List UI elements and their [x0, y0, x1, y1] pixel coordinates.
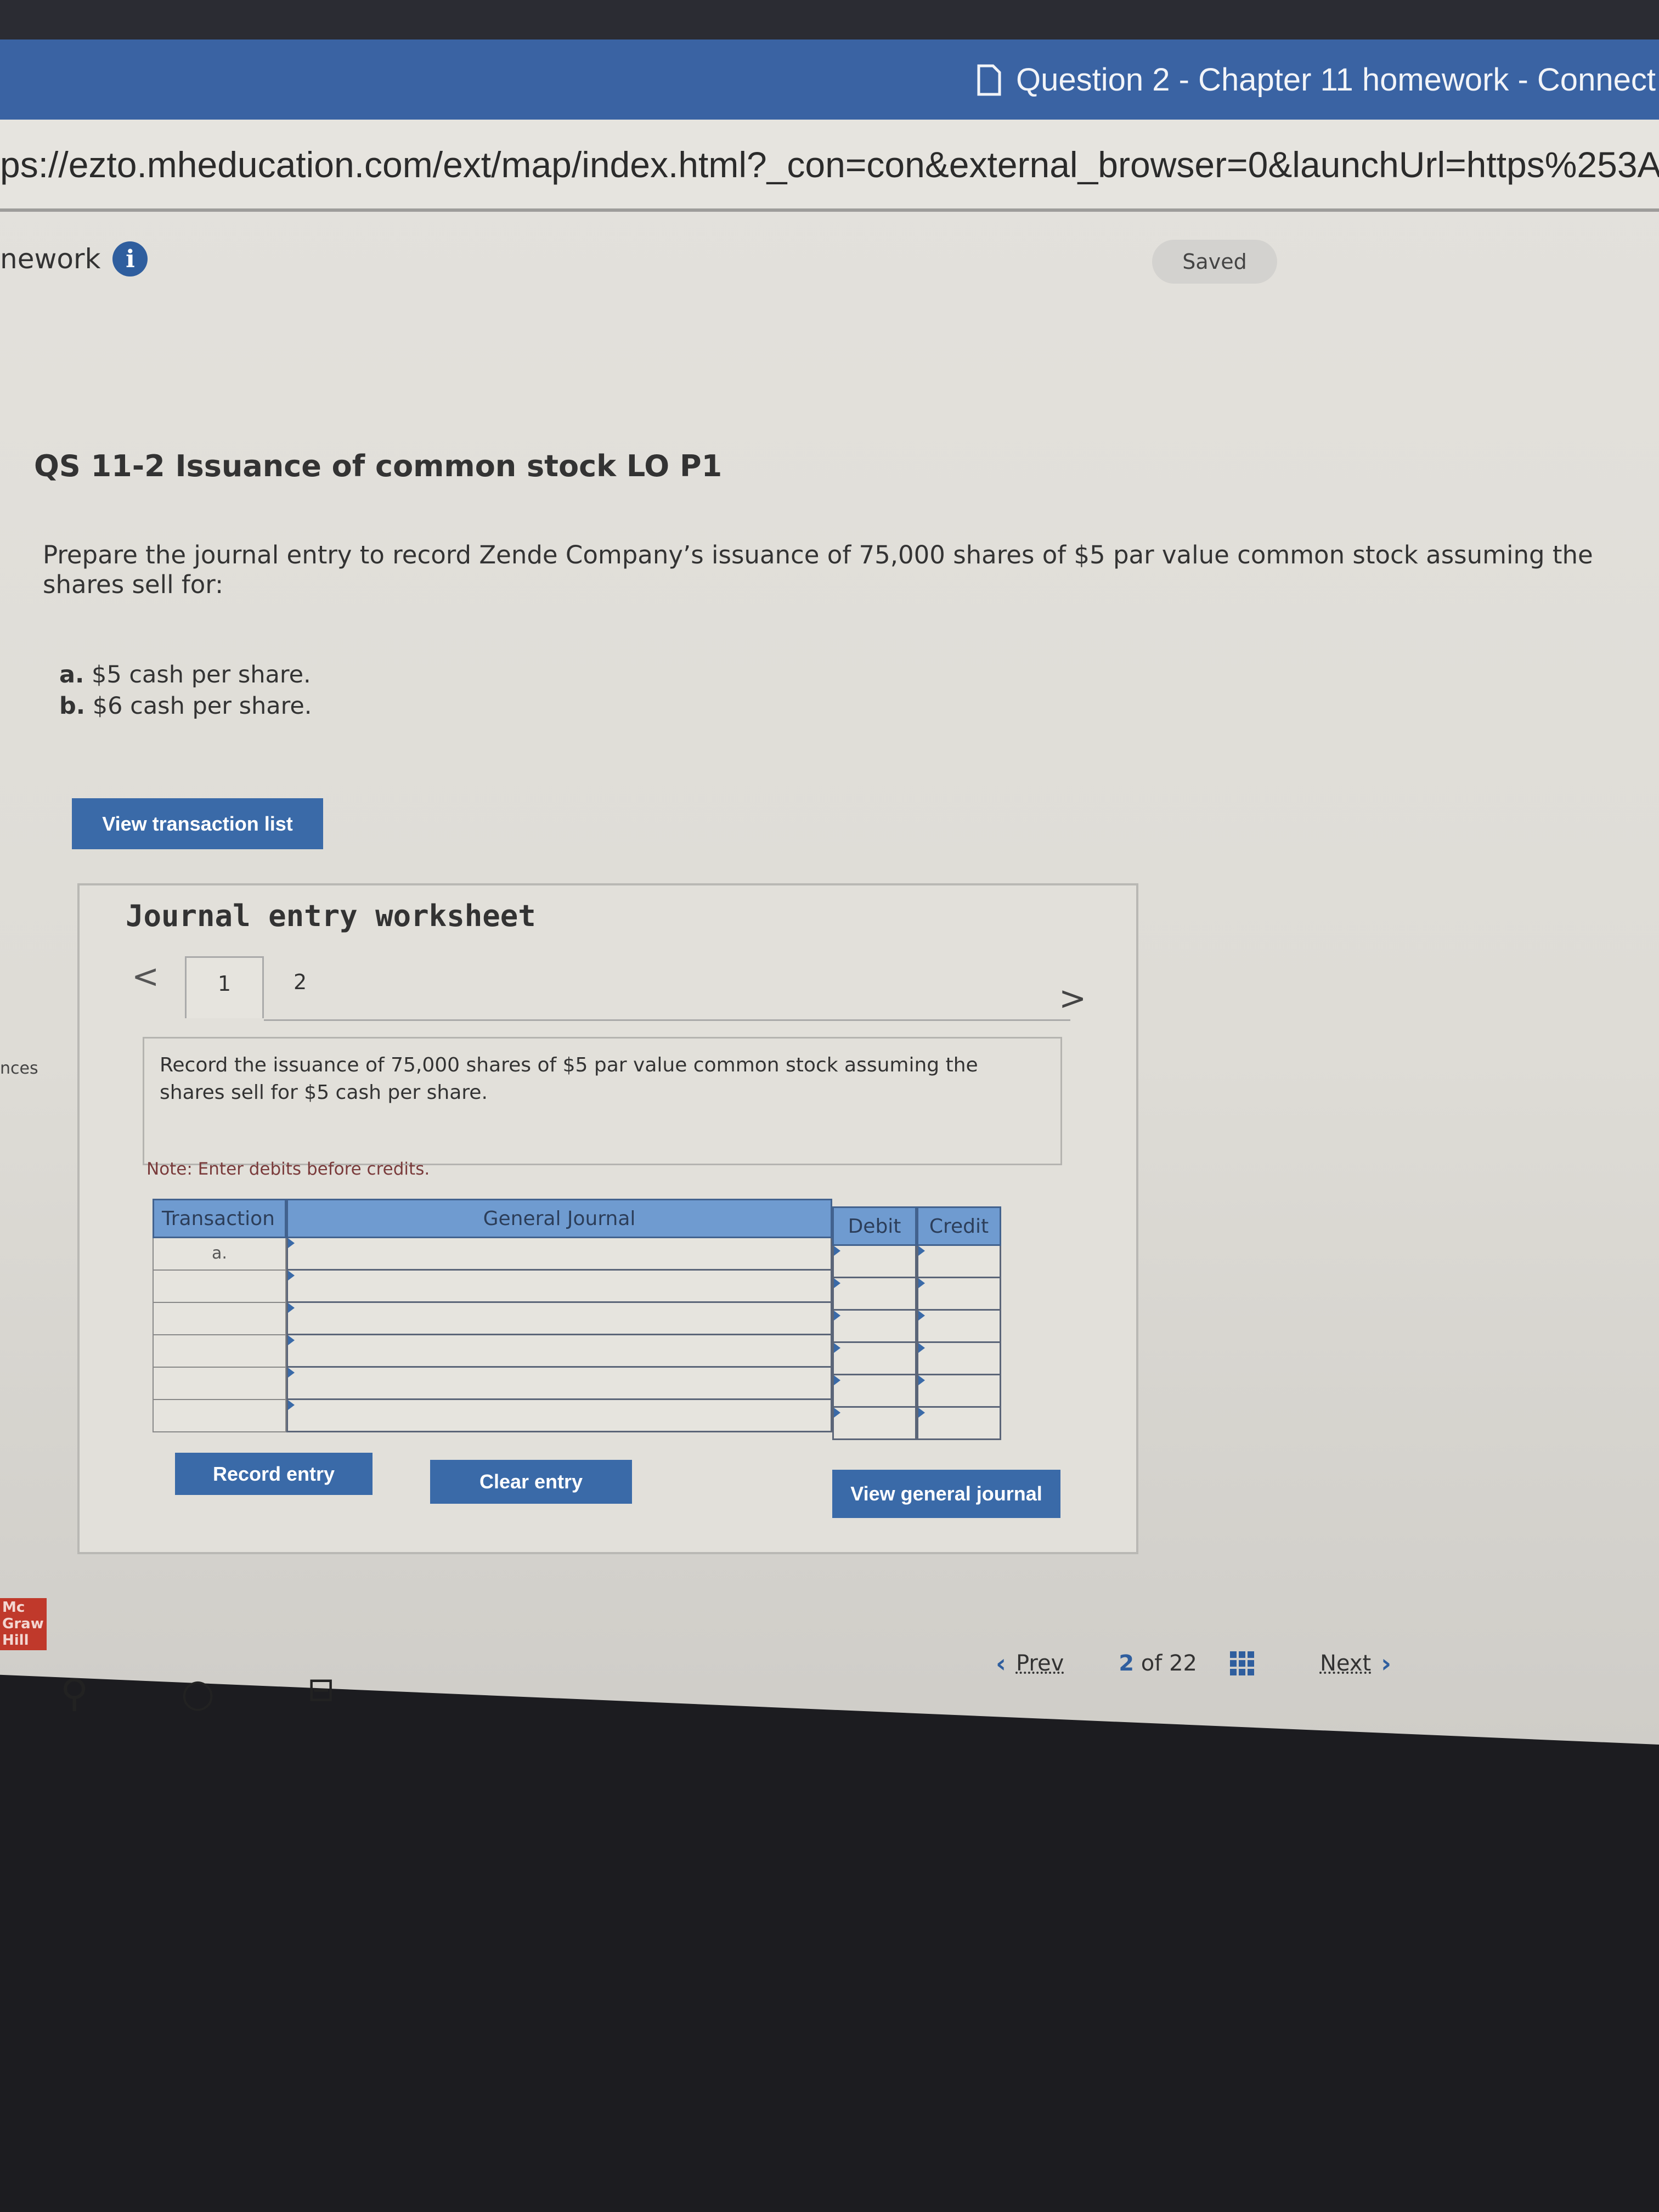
debit-input[interactable] [832, 1246, 917, 1278]
url-text[interactable]: ps://ezto.mheducation.com/ext/map/index.… [0, 144, 1659, 185]
cell-marker-icon [918, 1343, 925, 1353]
part-text: $5 cash per share. [92, 661, 311, 689]
cell-marker-icon [288, 1303, 295, 1313]
credit-input[interactable] [917, 1408, 1001, 1440]
cell-marker-icon [834, 1278, 840, 1288]
cell-marker-icon [288, 1238, 295, 1248]
part-label: a. [59, 661, 84, 689]
part-b: b. $6 cash per share. [59, 692, 312, 720]
cortana-circle-icon[interactable]: ○ [181, 1671, 215, 1716]
part-a: a. $5 cash per share. [59, 661, 311, 689]
cell-marker-icon [834, 1311, 840, 1321]
view-general-journal-button[interactable]: View general journal [832, 1470, 1060, 1518]
transaction-cell: a. [153, 1238, 286, 1271]
cell-marker-icon [834, 1408, 840, 1418]
view-transaction-list-button[interactable]: View transaction list [72, 798, 323, 849]
debit-input[interactable] [832, 1278, 917, 1311]
mcgraw-hill-logo: Mc Graw Hill [0, 1598, 47, 1650]
question-prompt: Prepare the journal entry to record Zend… [43, 540, 1593, 599]
account-select[interactable] [286, 1400, 832, 1432]
column-header-transaction: Transaction [153, 1199, 286, 1238]
account-select[interactable] [286, 1271, 832, 1303]
question-title: QS 11-2 Issuance of common stock LO P1 [34, 449, 723, 483]
search-icon[interactable]: ⚲ [60, 1671, 88, 1716]
cell-marker-icon [918, 1311, 925, 1321]
task-view-icon[interactable]: ⊟ [307, 1671, 335, 1709]
window-title: Question 2 - Chapter 11 homework - Conne… [977, 61, 1656, 98]
debit-input[interactable] [832, 1311, 917, 1343]
cell-marker-icon [288, 1271, 295, 1280]
account-select[interactable] [286, 1335, 832, 1368]
credit-input[interactable] [917, 1311, 1001, 1343]
debit-input[interactable] [832, 1408, 917, 1440]
prev-button[interactable]: Prev [1016, 1651, 1064, 1676]
note-text: Note: Enter debits before credits. [146, 1159, 430, 1179]
assignment-header: nework i [0, 241, 148, 276]
page-total: of 22 [1141, 1651, 1197, 1676]
top-bezel [0, 0, 1659, 40]
cell-marker-icon [834, 1246, 840, 1256]
transaction-cell [153, 1303, 286, 1335]
chevron-right-icon[interactable]: › [1381, 1649, 1391, 1678]
cell-marker-icon [288, 1400, 295, 1410]
part-text: $6 cash per share. [92, 692, 312, 720]
column-header-general-journal: General Journal [286, 1199, 832, 1238]
transaction-cell [153, 1368, 286, 1400]
account-select[interactable] [286, 1238, 832, 1271]
cell-marker-icon [918, 1246, 925, 1256]
window-title-text: Question 2 - Chapter 11 homework - Conne… [1016, 62, 1656, 98]
question-pager: ‹ Prev 2 of 22 Next › [996, 1649, 1391, 1678]
debit-input[interactable] [832, 1375, 917, 1408]
worksheet-heading: Journal entry worksheet [126, 899, 536, 933]
transaction-cell [153, 1335, 286, 1368]
credit-input[interactable] [917, 1246, 1001, 1278]
page-indicator: 2 of 22 [1119, 1651, 1197, 1676]
record-entry-button[interactable]: Record entry [175, 1453, 373, 1495]
current-page: 2 [1119, 1651, 1135, 1676]
next-button[interactable]: Next [1320, 1651, 1371, 1676]
info-icon[interactable]: i [112, 241, 148, 276]
document-icon [977, 64, 1001, 95]
tab-2[interactable]: 2 [294, 970, 307, 994]
debit-input[interactable] [832, 1343, 917, 1375]
account-select[interactable] [286, 1368, 832, 1400]
chevron-left-icon[interactable]: ‹ [996, 1649, 1006, 1678]
cell-marker-icon [288, 1335, 295, 1345]
clear-entry-button[interactable]: Clear entry [430, 1460, 632, 1504]
saved-status-badge: Saved [1152, 240, 1277, 284]
account-select[interactable] [286, 1303, 832, 1335]
grid-icon[interactable] [1229, 1651, 1254, 1675]
chevron-right-icon[interactable]: > [1059, 979, 1086, 1018]
part-label: b. [59, 692, 86, 720]
column-header-debit: Debit [832, 1206, 917, 1246]
cell-marker-icon [918, 1408, 925, 1418]
column-header-credit: Credit [917, 1206, 1001, 1246]
sidebar-fragment[interactable]: nces [0, 1059, 38, 1078]
cell-marker-icon [288, 1368, 295, 1378]
cell-marker-icon [918, 1278, 925, 1288]
tab-1[interactable]: 1 [185, 956, 264, 1018]
cell-marker-icon [834, 1343, 840, 1353]
credit-input[interactable] [917, 1375, 1001, 1408]
credit-input[interactable] [917, 1343, 1001, 1375]
credit-input[interactable] [917, 1278, 1001, 1311]
chevron-left-icon[interactable]: < [132, 957, 159, 996]
assignment-title: nework [0, 243, 101, 275]
tab-divider [264, 1019, 1070, 1021]
transaction-cell [153, 1400, 286, 1432]
entry-description: Record the issuance of 75,000 shares of … [143, 1037, 1062, 1165]
transaction-cell [153, 1271, 286, 1303]
cell-marker-icon [918, 1375, 925, 1385]
cell-marker-icon [834, 1375, 840, 1385]
